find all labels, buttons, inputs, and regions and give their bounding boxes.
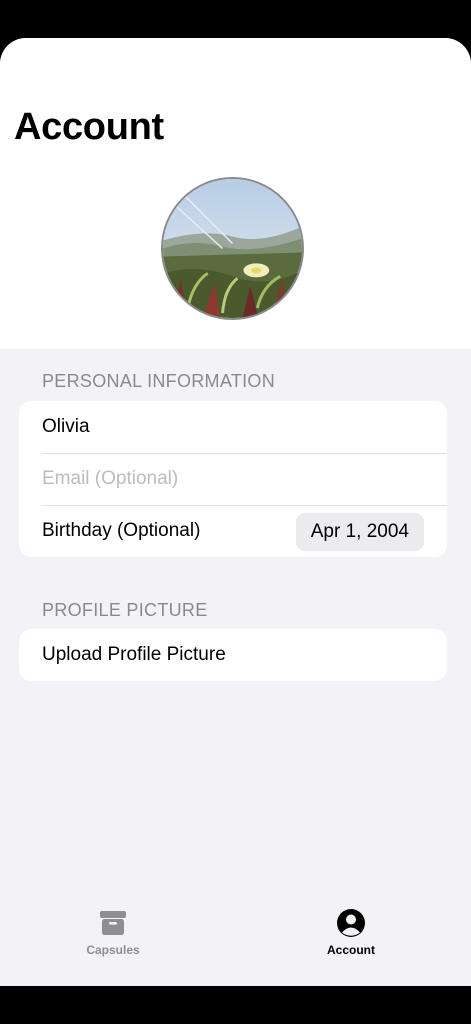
profile-avatar[interactable] xyxy=(161,177,304,320)
account-header: Account xyxy=(0,38,471,349)
profile-picture-card: Upload Profile Picture xyxy=(19,629,447,681)
birthday-label: Birthday (Optional) xyxy=(42,520,201,541)
upload-profile-picture-button[interactable]: Upload Profile Picture xyxy=(19,629,447,681)
tab-account[interactable]: Account xyxy=(291,908,411,957)
email-field[interactable]: Email (Optional) xyxy=(19,453,447,505)
account-screen: Account PERSONAL INFORMATION Olivia Emai… xyxy=(0,38,471,986)
profile-picture-header: PROFILE PICTURE xyxy=(42,600,208,620)
tab-capsules-label: Capsules xyxy=(86,943,140,957)
name-value: Olivia xyxy=(42,416,90,437)
person-circle-icon xyxy=(337,909,365,937)
archivebox-icon xyxy=(100,911,126,935)
birthday-date-picker[interactable]: Apr 1, 2004 xyxy=(295,513,424,551)
email-placeholder: Email (Optional) xyxy=(42,468,179,489)
birthday-row: Birthday (Optional) Apr 1, 2004 xyxy=(19,505,447,557)
personal-information-header: PERSONAL INFORMATION xyxy=(42,371,276,391)
tab-bar: Capsules Account xyxy=(0,902,471,986)
name-field[interactable]: Olivia xyxy=(19,401,447,453)
profile-photo xyxy=(163,179,302,318)
personal-information-card: Olivia Email (Optional) Birthday (Option… xyxy=(19,401,447,557)
tab-account-label: Account xyxy=(327,943,375,957)
page-title: Account xyxy=(14,106,164,148)
upload-profile-picture-label: Upload Profile Picture xyxy=(42,644,226,665)
tab-capsules[interactable]: Capsules xyxy=(53,908,173,957)
